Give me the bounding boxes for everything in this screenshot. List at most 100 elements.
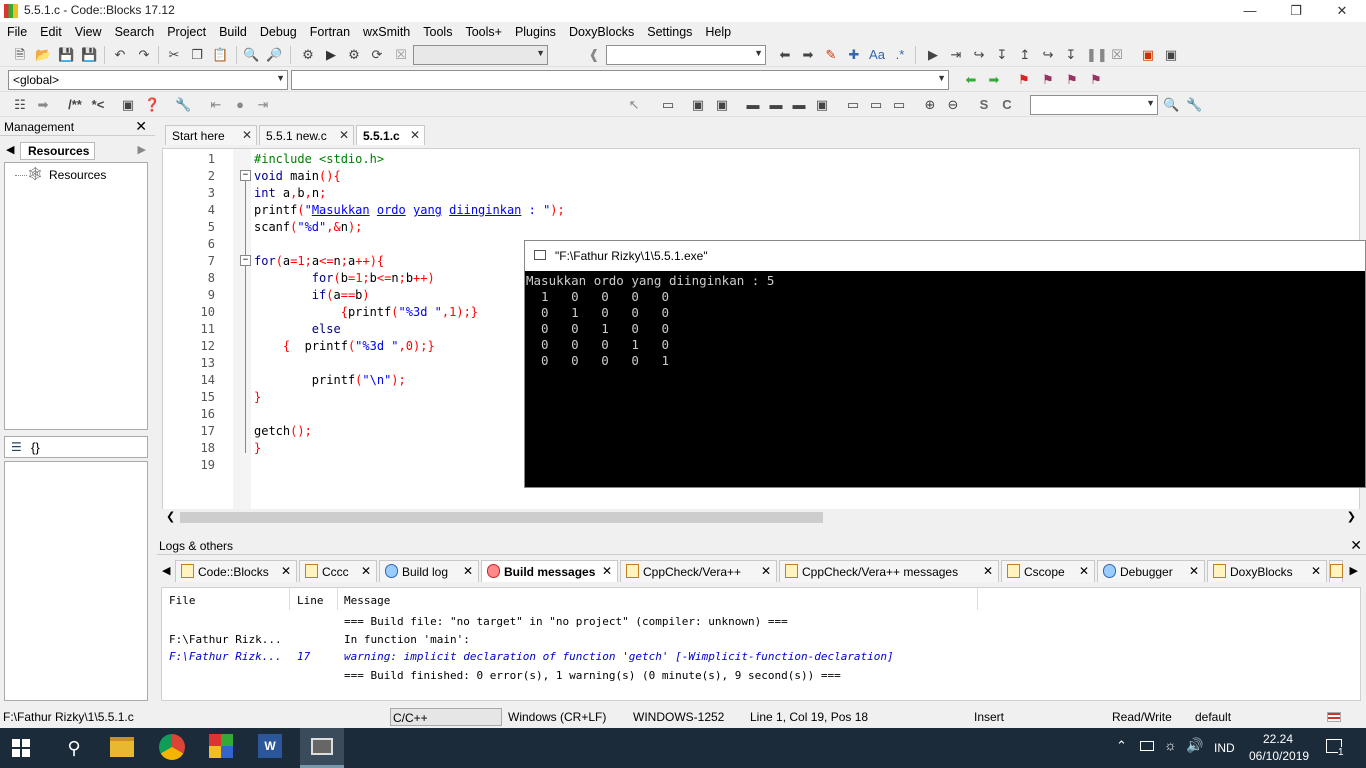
menu-settings[interactable]: Settings <box>640 22 698 39</box>
back-arrow-icon[interactable]: ⬅ <box>777 47 793 63</box>
image-tool-icon[interactable]: ▣ <box>690 97 706 113</box>
menu-project[interactable]: Project <box>160 22 212 39</box>
next-step-icon[interactable]: ⇥ <box>255 97 271 113</box>
cut-icon[interactable]: ✂ <box>166 47 182 63</box>
log-tab-debugger[interactable]: Debugger ✕ <box>1097 560 1205 582</box>
menu-view[interactable]: View <box>68 22 108 39</box>
next-line-icon[interactable]: ↪ <box>971 47 987 63</box>
menu-file[interactable]: File <box>0 22 33 39</box>
rebuild-icon[interactable]: ⟳ <box>369 47 385 63</box>
run-icon[interactable]: ▶ <box>323 47 339 63</box>
frame2-icon[interactable]: ▭ <box>868 97 884 113</box>
menu-plugins[interactable]: Plugins <box>508 22 562 39</box>
search-icon[interactable]: ⚲ <box>60 734 88 762</box>
bar2-icon[interactable]: ▬ <box>768 97 784 113</box>
menu-build[interactable]: Build <box>212 22 253 39</box>
abort-icon[interactable]: ☒ <box>393 47 409 63</box>
close-management-icon[interactable]: ✕ <box>135 118 147 135</box>
function-combo[interactable]: ▼ <box>291 70 949 90</box>
close-log-tab-icon[interactable]: ✕ <box>1079 564 1089 578</box>
open-icon[interactable]: 📂 <box>35 47 51 63</box>
scroll-right-icon[interactable]: ❯ <box>1347 510 1356 523</box>
console-taskbar-icon[interactable] <box>300 728 344 768</box>
log-tab-cppcheck[interactable]: CppCheck/Vera++ ✕ <box>620 560 777 582</box>
build-messages-table[interactable]: File Line Message === Build file: "no ta… <box>161 587 1361 701</box>
prev-bookmark-icon[interactable]: ⬅ <box>963 72 979 88</box>
zoom-out-icon[interactable]: ⊖ <box>945 97 961 113</box>
fold-marker-main[interactable]: − <box>240 170 251 181</box>
menu-fortran[interactable]: Fortran <box>303 22 356 39</box>
close-tab-icon[interactable]: ✕ <box>242 128 252 142</box>
close-log-tab-icon[interactable]: ✕ <box>281 564 291 578</box>
doxywizard-icon[interactable]: ☷ <box>12 97 28 113</box>
header-file[interactable]: File <box>169 594 196 607</box>
close-log-tab-icon[interactable]: ✕ <box>761 564 771 578</box>
header-line[interactable]: Line <box>297 594 324 607</box>
scope-combo[interactable]: <global> ▼ <box>8 70 288 90</box>
view-chm-icon[interactable]: ❓ <box>144 97 160 113</box>
wifi-icon[interactable]: ☼ <box>1164 737 1177 753</box>
tab-start-here[interactable]: Start here ✕ <box>165 125 257 145</box>
menu-edit[interactable]: Edit <box>33 22 68 39</box>
resources-node[interactable]: Resources <box>49 168 106 182</box>
paste-icon[interactable]: 📋 <box>212 47 228 63</box>
bar1-icon[interactable]: ▬ <box>745 97 761 113</box>
close-tab-icon[interactable]: ✕ <box>339 128 349 142</box>
menu-search[interactable]: Search <box>108 22 161 39</box>
tab-551-new[interactable]: 5.5.1 new.c ✕ <box>259 125 354 145</box>
frame1-icon[interactable]: ▭ <box>845 97 861 113</box>
match-case-icon[interactable]: Aa <box>869 47 885 63</box>
scroll-thumb[interactable] <box>180 512 823 523</box>
settings-wrench-icon[interactable]: 🔧 <box>175 97 191 113</box>
debug-windows-icon[interactable]: ▣ <box>1140 47 1156 63</box>
step-into-icon[interactable]: ↧ <box>994 47 1010 63</box>
tab-scroll-right-icon[interactable]: ▶ <box>138 143 146 156</box>
replace-icon[interactable]: 🔎 <box>266 47 282 63</box>
menu-tools-plus[interactable]: Tools+ <box>458 22 507 39</box>
new-file-icon[interactable]: 🗎 <box>12 47 28 63</box>
minimize-button[interactable]: — <box>1227 0 1273 22</box>
editor-hscroll[interactable]: ❮ ❯ <box>162 509 1360 526</box>
symbols-braces[interactable]: {} <box>31 440 40 455</box>
s-icon[interactable]: S <box>976 97 992 113</box>
pause-icon[interactable]: ❚❚ <box>1086 47 1108 63</box>
text-tool-icon[interactable]: ▣ <box>714 97 730 113</box>
menu-tools[interactable]: Tools <box>416 22 458 39</box>
step-out-icon[interactable]: ↥ <box>1017 47 1033 63</box>
close-log-tab-icon[interactable]: ✕ <box>1311 564 1321 578</box>
next-flag-icon[interactable]: ⚑ <box>1064 72 1080 88</box>
dot-icon[interactable]: ● <box>232 97 248 113</box>
prev-flag-icon[interactable]: ⚑ <box>1040 72 1056 88</box>
save-all-icon[interactable]: 💾 <box>81 47 97 63</box>
symbol-combo[interactable]: ▼ <box>1030 95 1158 115</box>
bar3-icon[interactable]: ▬ <box>791 97 807 113</box>
close-tab-icon[interactable]: ✕ <box>410 128 420 142</box>
zoom-in-icon[interactable]: ⊕ <box>922 97 938 113</box>
symbol-settings-icon[interactable]: 🔧 <box>1186 97 1202 113</box>
console-window[interactable]: "F:\Fathur Rizky\1\5.5.1.exe" Masukkan o… <box>524 240 1366 488</box>
log-tab-more[interactable] <box>1329 560 1343 582</box>
close-window-button[interactable]: ✕ <box>1319 0 1365 22</box>
close-log-tab-icon[interactable]: ✕ <box>602 564 612 578</box>
restore-button[interactable]: ❐ <box>1273 0 1319 22</box>
select-icon[interactable]: ✚ <box>846 47 862 63</box>
block-comment-icon[interactable]: /** <box>64 97 86 113</box>
run-to-cursor-icon[interactable]: ⇥ <box>948 47 964 63</box>
logs-scroll-right-icon[interactable]: ▶ <box>1350 564 1358 577</box>
volume-icon[interactable]: 🔊 <box>1186 737 1203 754</box>
menu-wxsmith[interactable]: wxSmith <box>356 22 416 39</box>
regex-icon[interactable]: .* <box>892 47 908 63</box>
frame3-icon[interactable]: ▭ <box>891 97 907 113</box>
prev-step-icon[interactable]: ⇤ <box>208 97 224 113</box>
fold-marker-for[interactable]: − <box>240 255 251 266</box>
info-icon[interactable]: ▣ <box>1163 47 1179 63</box>
menu-debug[interactable]: Debug <box>253 22 303 39</box>
chrome-icon[interactable] <box>159 734 185 760</box>
copy-icon[interactable]: ❐ <box>189 47 205 63</box>
tab-551[interactable]: 5.5.1.c ✕ <box>356 125 425 145</box>
forward-arrow-icon[interactable]: ➡ <box>800 47 816 63</box>
undo-icon[interactable]: ↶ <box>112 47 128 63</box>
close-log-tab-icon[interactable]: ✕ <box>361 564 371 578</box>
find-icon[interactable]: 🔍 <box>243 47 259 63</box>
menu-doxyblocks[interactable]: DoxyBlocks <box>562 22 640 39</box>
